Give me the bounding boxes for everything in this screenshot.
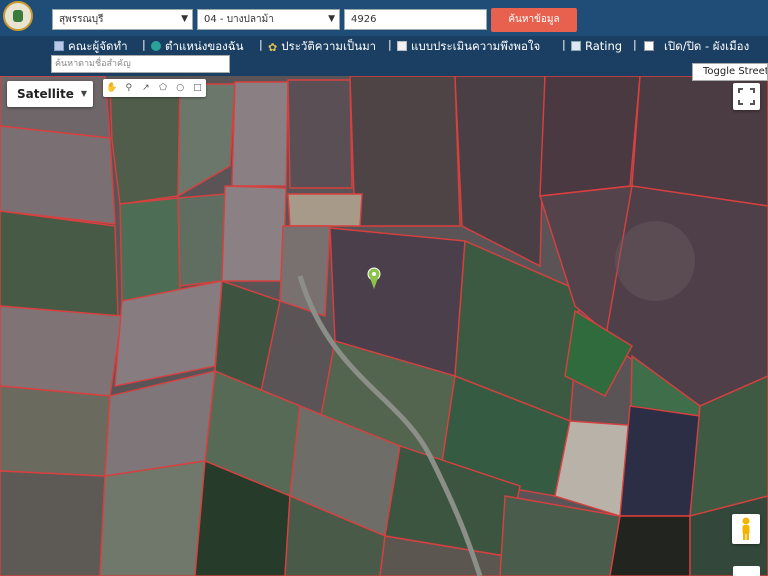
chevron-down-icon: ▼ <box>181 14 188 24</box>
fullscreen-button[interactable] <box>733 83 760 110</box>
menu-separator: | <box>633 38 637 51</box>
pin-icon[interactable]: ⚲ <box>122 83 136 93</box>
parcel-number-value: 4926 <box>351 14 377 25</box>
district-select-value: 04 - บางปลาม้า <box>204 14 274 25</box>
document-icon <box>397 41 407 51</box>
menu-separator: | <box>562 38 566 51</box>
globe-icon <box>151 41 161 51</box>
chevron-down-icon: ▼ <box>328 14 335 24</box>
book-icon <box>54 41 64 51</box>
polygon-icon[interactable]: ⬠ <box>156 83 170 93</box>
menu-item-label: เปิด/ปิด - ผังเมือง <box>664 39 750 53</box>
menu-separator: | <box>388 38 392 51</box>
fullscreen-icon <box>738 88 755 105</box>
map-type-label: Satellite <box>17 87 74 101</box>
menu-item-label: Rating <box>585 39 623 53</box>
menu-item-history[interactable]: ✿ ประวัติความเป็นมา <box>268 38 376 54</box>
menu-item-label: คณะผู้จัดทำ <box>68 39 128 53</box>
menu-item-toggle-city-plan[interactable]: เปิด/ปิด - ผังเมือง <box>644 38 749 54</box>
district-select[interactable]: 04 - บางปลาม้า ▼ <box>197 9 340 30</box>
zoom-control[interactable] <box>733 566 760 576</box>
sprout-icon: ✿ <box>268 41 278 54</box>
polyline-icon[interactable]: ↗ <box>139 83 153 93</box>
menu-item-credits[interactable]: คณะผู้จัดทำ <box>54 38 128 54</box>
circle-icon[interactable]: ○ <box>173 83 187 93</box>
filter-input[interactable]: ค้นหาตามชื่อสำคัญ <box>51 55 230 73</box>
header-bar: สุพรรณบุรี ▼ 04 - บางปลาม้า ▼ 4926 ค้นหา… <box>0 0 768 36</box>
menu-item-label: แบบประเมินความพึงพอใจ <box>411 39 541 53</box>
checkbox-icon[interactable] <box>644 41 654 51</box>
menu-separator: | <box>142 38 146 51</box>
pegman-icon <box>742 517 750 540</box>
chart-icon <box>571 41 581 51</box>
menu-item-label: ตำแหน่งของฉัน <box>165 39 244 53</box>
menu-item-survey[interactable]: แบบประเมินความพึงพอใจ <box>397 38 540 54</box>
province-select[interactable]: สุพรรณบุรี ▼ <box>52 9 193 30</box>
caret-down-icon: ▼ <box>80 89 87 98</box>
hand-icon[interactable]: ✋ <box>105 83 119 93</box>
drawing-toolbar: ✋ ⚲ ↗ ⬠ ○ □ <box>103 79 206 97</box>
field-parcels <box>0 76 768 576</box>
menu-item-my-location[interactable]: ตำแหน่งของฉัน <box>151 38 243 54</box>
department-logo <box>3 1 33 31</box>
satellite-map[interactable] <box>0 76 768 576</box>
province-select-value: สุพรรณบุรี <box>59 14 104 25</box>
filter-input-placeholder: ค้นหาตามชื่อสำคัญ <box>55 59 131 69</box>
rectangle-icon[interactable]: □ <box>190 83 204 93</box>
toggle-street-view-button[interactable]: Toggle Street V <box>692 63 768 81</box>
menu-item-label: ประวัติความเป็นมา <box>281 39 377 53</box>
irrigation-circle <box>615 221 695 301</box>
search-button[interactable]: ค้นหาข้อมูล <box>491 8 577 32</box>
map-imagery <box>0 76 768 576</box>
pegman-button[interactable] <box>732 514 760 544</box>
parcel-number-input[interactable]: 4926 <box>344 9 487 30</box>
menu-separator: | <box>259 38 263 51</box>
menu-item-rating[interactable]: Rating <box>571 38 622 54</box>
map-type-button[interactable]: Satellite ▼ <box>7 81 93 107</box>
